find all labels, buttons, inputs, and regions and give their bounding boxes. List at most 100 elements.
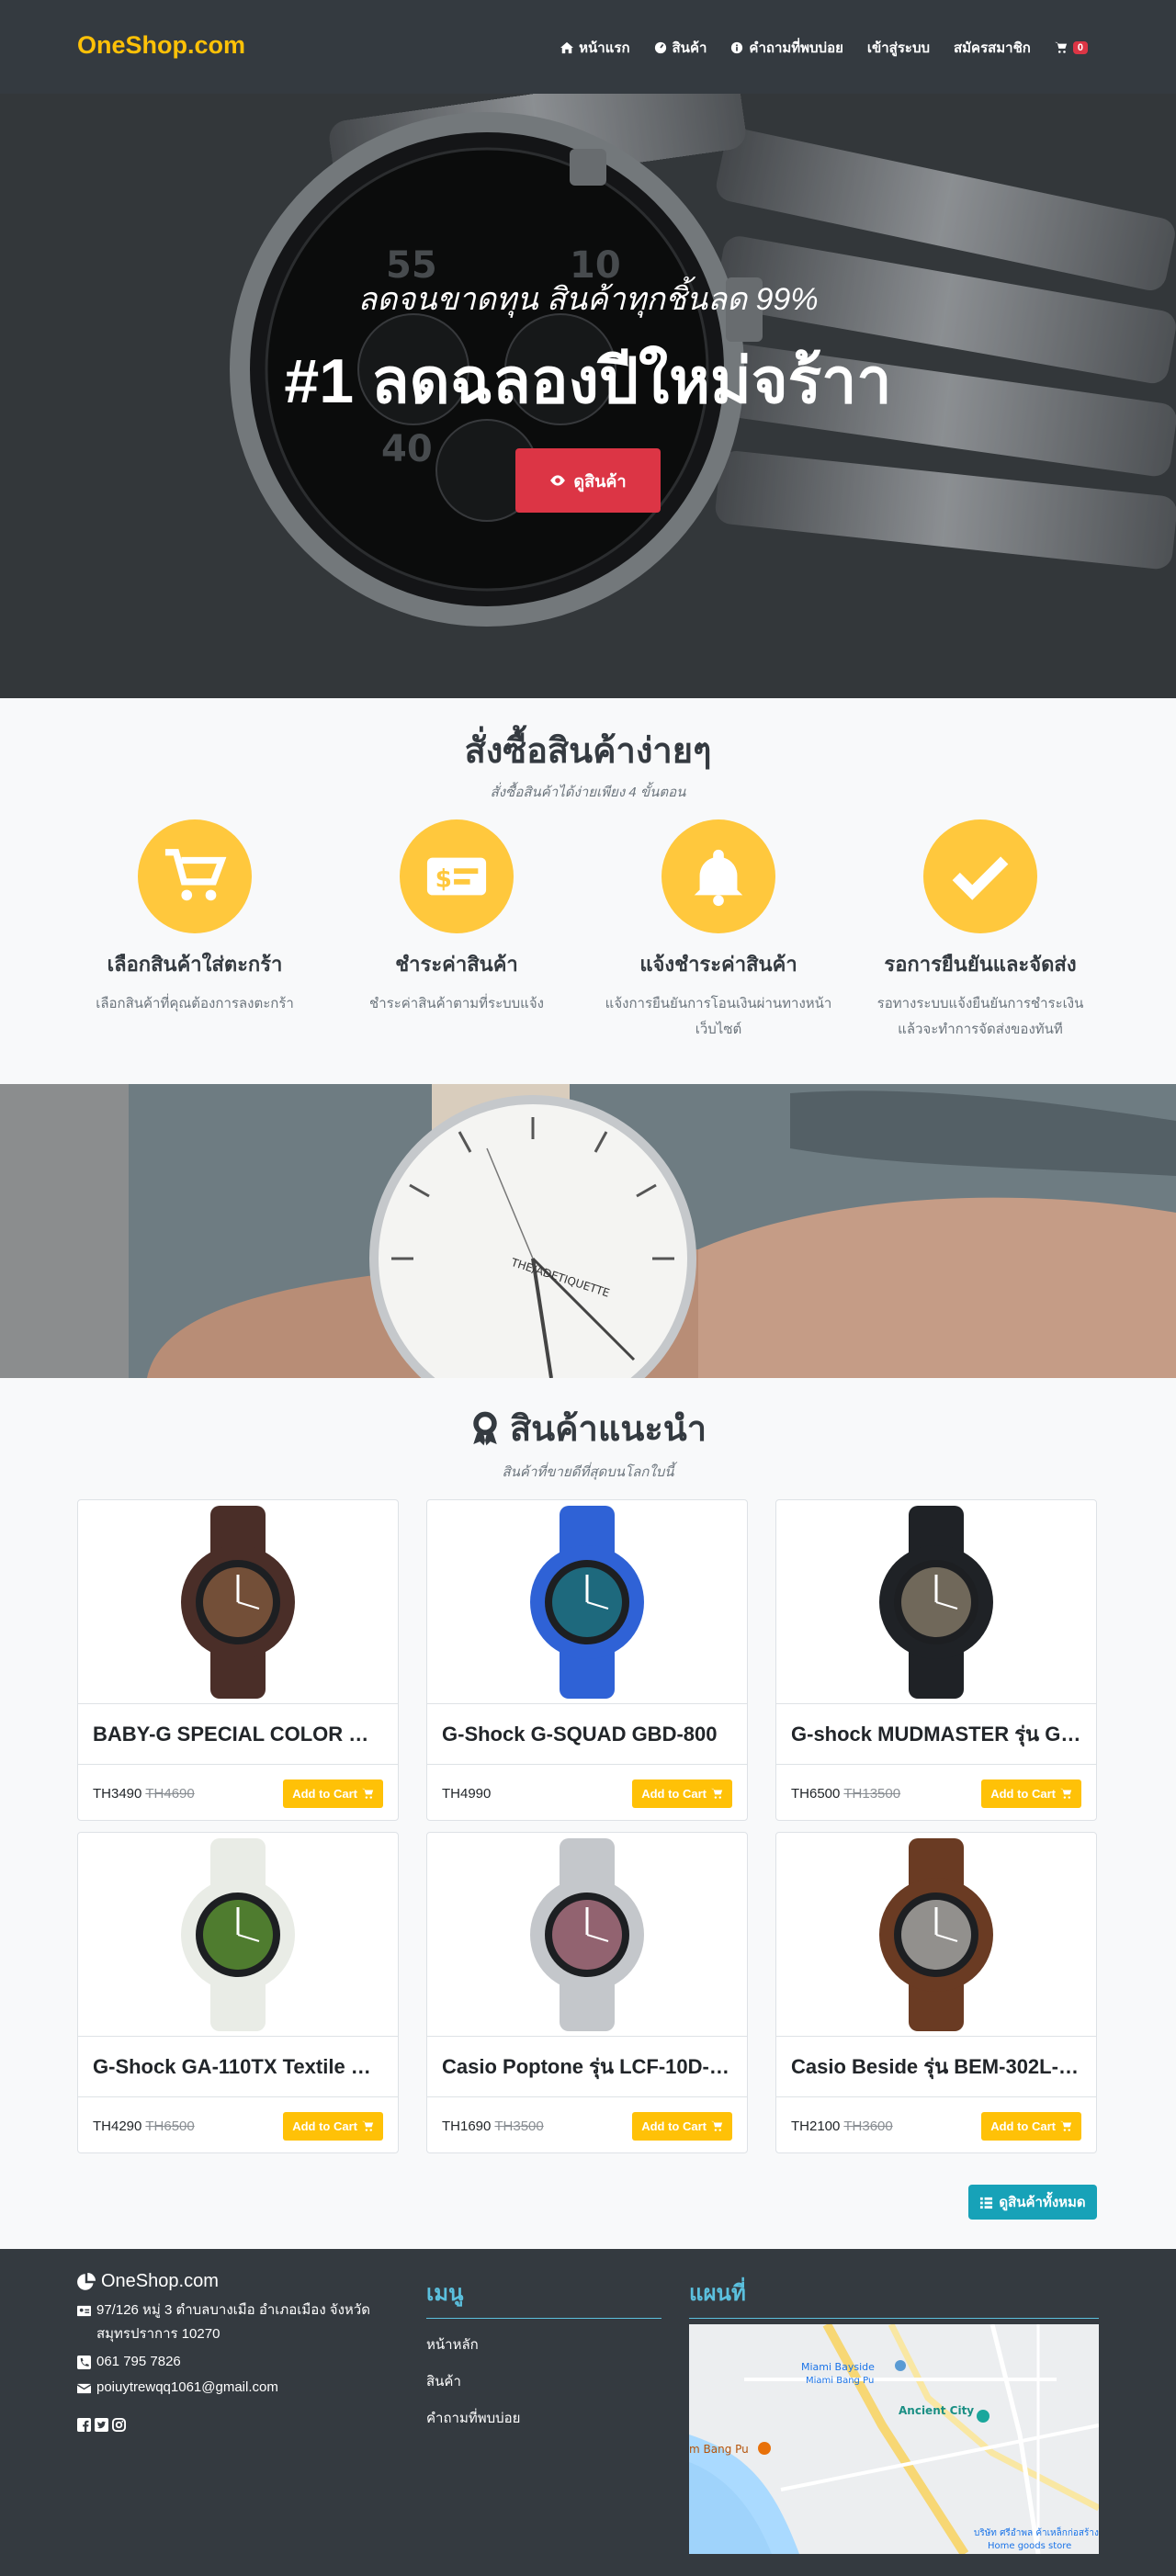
- product-name[interactable]: G-Shock GA-110TX Textile pattern: [78, 2037, 398, 2097]
- watch-icon: [879, 1837, 993, 2031]
- product-card[interactable]: Casio Poptone รุ่น LCF-10D-4AV TH1690 TH35…: [426, 1832, 748, 2153]
- step-title: แจ้งชำระค่าสินค้า: [639, 953, 797, 976]
- add-to-cart-button[interactable]: Add to Cart: [283, 1779, 383, 1808]
- order-steps-section: สั่งซื้อสินค้าง่ายๆ สั่งซื้อสินค้าได้ง่า…: [0, 698, 1176, 1084]
- add-to-cart-button[interactable]: Add to Cart: [981, 1779, 1081, 1808]
- pie-chart-icon: [77, 2272, 96, 2290]
- product-name[interactable]: BABY-G SPECIAL COLOR MODEL: [78, 1704, 398, 1765]
- footer-menu-products[interactable]: สินค้า: [426, 2370, 461, 2392]
- footer-address: 97/126 หมู่ 3 ตำบลบางเมือ อำเภอเมือง จัง…: [77, 2299, 390, 2346]
- phone-icon: [77, 2356, 91, 2369]
- add-to-cart-button[interactable]: Add to Cart: [283, 2111, 383, 2141]
- step-add-to-cart: เลือกสินค้าใส่ตะกร้า เลือกสินค้าที่คุณต้…: [80, 819, 310, 1017]
- product-old-price: TH3500: [494, 2118, 544, 2134]
- product-old-price: TH4690: [145, 1785, 195, 1802]
- eye-icon: [550, 475, 566, 486]
- facebook-icon[interactable]: [77, 2418, 91, 2432]
- watch-icon: [530, 1837, 644, 2031]
- envelope-icon: [77, 2383, 91, 2394]
- address-card-icon: [77, 2305, 91, 2317]
- steps-title: สั่งซื้อสินค้าง่ายๆ: [464, 732, 712, 771]
- add-to-cart-button[interactable]: Add to Cart: [632, 1779, 732, 1808]
- cart-icon: [711, 2120, 723, 2131]
- money-bill-icon: $: [426, 857, 487, 896]
- product-price: TH4990: [442, 1785, 492, 1802]
- product-old-price: TH6500: [145, 2118, 195, 2134]
- product-price: TH2100 TH3600: [791, 2118, 893, 2134]
- instagram-icon[interactable]: [112, 2418, 126, 2432]
- view-products-button[interactable]: ดูสินค้า: [515, 448, 661, 513]
- add-to-cart-button[interactable]: Add to Cart: [632, 2111, 732, 2141]
- products-subtitle: สินค้าที่ขายดีที่สุดบนโลกใบนี้: [502, 1464, 674, 1480]
- product-card[interactable]: BABY-G SPECIAL COLOR MODEL TH3490 TH4690 Ad…: [77, 1499, 399, 1821]
- cart-count-badge: 0: [1072, 41, 1088, 54]
- twitter-icon[interactable]: [95, 2418, 108, 2432]
- step-desc: แจ้งการยืนยันการโอนเงินผ่านทางหน้าเว็บไซ…: [605, 996, 832, 1037]
- bell-icon: [694, 849, 743, 907]
- wristwatch-image: THE/ADETIQUETTE: [0, 1084, 1176, 1378]
- footer-phone[interactable]: 061 795 7826: [77, 2350, 390, 2374]
- step-desc: ชำระค่าสินค้าตามที่ระบบแจ้ง: [369, 996, 544, 1011]
- nav-item-register[interactable]: สมัครสมาชิก: [954, 37, 1031, 59]
- product-name[interactable]: G-shock MUDMASTER รุ่น GG-1000: [776, 1704, 1096, 1765]
- footer-map-heading: แผนที่: [689, 2275, 1099, 2319]
- featured-products-section: สินค้าแนะนำ สินค้าที่ขายดีที่สุดบนโลกใบน…: [0, 1378, 1176, 2249]
- nav-menu: หน้าแรก สินค้า คำถามที่พบบ่อย เข้าสู่ระบ…: [560, 37, 1088, 59]
- product-image[interactable]: [776, 1500, 1096, 1704]
- product-name[interactable]: G-Shock G-SQUAD GBD-800: [427, 1704, 747, 1765]
- nav-item-home[interactable]: หน้าแรก: [560, 37, 630, 59]
- footer-menu-home[interactable]: หน้าหลัก: [426, 2333, 479, 2356]
- footer-email[interactable]: poiuytrewqq1061@gmail.com: [77, 2376, 390, 2400]
- cart-icon: [1054, 41, 1067, 53]
- product-card[interactable]: G-shock MUDMASTER รุ่น GG-1000 TH6500 TH13…: [775, 1499, 1097, 1821]
- cart-icon: [362, 1788, 374, 1799]
- brand-logo[interactable]: OneShop.com: [77, 31, 245, 60]
- product-name[interactable]: Casio Beside รุ่น BEM-302L-7AV: [776, 2037, 1096, 2097]
- step-confirm-ship: รอการยืนยันและจัดส่ง รอทางระบบแจ้งยืนยัน…: [865, 819, 1095, 1043]
- cart-icon: [1060, 1788, 1072, 1799]
- product-price: TH6500 TH13500: [791, 1785, 901, 1802]
- footer-menu-faq[interactable]: คำถามที่พบบ่อย: [426, 2407, 520, 2429]
- product-image[interactable]: [78, 1500, 398, 1704]
- cart-icon: [362, 2120, 374, 2131]
- product-image[interactable]: [427, 1500, 747, 1704]
- svg-text:Home goods store: Home goods store: [988, 2541, 1071, 2551]
- nav-item-login[interactable]: เข้าสู่ระบบ: [867, 37, 930, 59]
- svg-text:$: $: [435, 866, 452, 894]
- view-all-products-button[interactable]: ดูสินค้าทั้งหมด: [968, 2185, 1097, 2220]
- location-map[interactable]: Miami Bayside Miami Bang Pu Ancient City…: [689, 2324, 1099, 2554]
- social-links: [77, 2418, 126, 2432]
- step-desc: เลือกสินค้าที่คุณต้องการลงตะกร้า: [96, 996, 294, 1011]
- add-to-cart-button[interactable]: Add to Cart: [981, 2111, 1081, 2141]
- watch-icon: [181, 1837, 295, 2031]
- nav-cart[interactable]: 0: [1054, 41, 1088, 54]
- step-title: เลือกสินค้าใส่ตะกร้า: [107, 953, 283, 976]
- map-image: Miami Bayside Miami Bang Pu Ancient City…: [689, 2324, 1099, 2554]
- award-icon: [473, 1411, 497, 1445]
- svg-text:บริษัท ศรีอำพล ค้าเหล็กก่อสร้า: บริษัท ศรีอำพล ค้าเหล็กก่อสร้าง จำกัด: [974, 2525, 1099, 2538]
- step-notify-payment: แจ้งชำระค่าสินค้า แจ้งการยืนยันการโอนเงิ…: [604, 819, 833, 1043]
- product-image[interactable]: [427, 1833, 747, 2037]
- nav-item-faq[interactable]: คำถามที่พบบ่อย: [730, 37, 843, 59]
- list-icon: [980, 2197, 993, 2209]
- product-card[interactable]: G-Shock G-SQUAD GBD-800 TH4990 Add to Cart: [426, 1499, 748, 1821]
- footer-menu-heading: เมนู: [426, 2275, 662, 2319]
- product-name[interactable]: Casio Poptone รุ่น LCF-10D-4AV: [427, 2037, 747, 2097]
- cart-icon: [164, 849, 227, 901]
- product-old-price: TH3600: [843, 2118, 893, 2134]
- product-card[interactable]: G-Shock GA-110TX Textile pattern TH4290 TH…: [77, 1832, 399, 2153]
- product-price: TH1690 TH3500: [442, 2118, 544, 2134]
- svg-text:Miami Bayside: Miami Bayside: [801, 2361, 875, 2373]
- step-title: รอการยืนยันและจัดส่ง: [884, 953, 1077, 976]
- cart-icon: [1060, 2120, 1072, 2131]
- footer-brand: OneShop.com: [77, 2271, 219, 2292]
- hero-subtitle: ลดจนขาดทุน สินค้าทุกชิ้นลด 99%: [357, 282, 819, 317]
- watch-icon: [879, 1505, 993, 1699]
- nav-item-products[interactable]: สินค้า: [654, 37, 707, 59]
- watch-icon: [530, 1505, 644, 1699]
- product-card[interactable]: Casio Beside รุ่น BEM-302L-7AV TH2100 TH36…: [775, 1832, 1097, 2153]
- product-image[interactable]: [78, 1833, 398, 2037]
- product-image[interactable]: [776, 1833, 1096, 2037]
- footer: OneShop.com 97/126 หมู่ 3 ตำบลบางเมือ อำ…: [0, 2249, 1176, 2576]
- watch-wrist-banner: THE/ADETIQUETTE: [0, 1084, 1176, 1378]
